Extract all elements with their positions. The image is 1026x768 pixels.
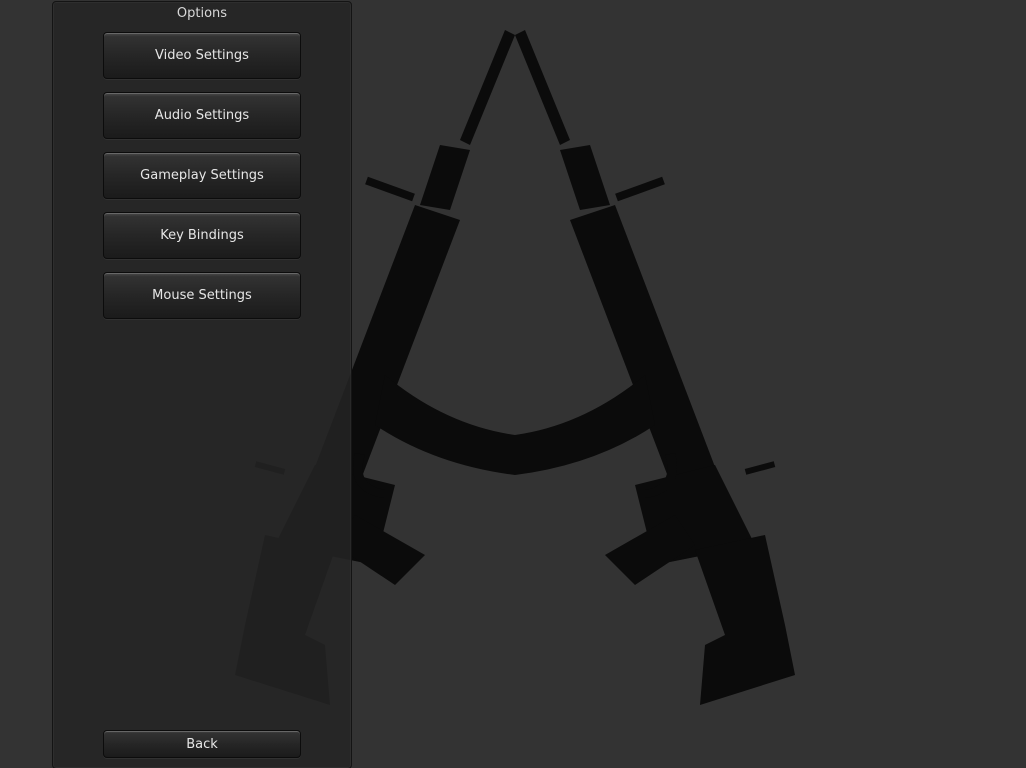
options-screen: Options Video Settings Audio Settings Ga…: [0, 0, 1026, 768]
back-button[interactable]: Back: [103, 730, 301, 758]
audio-settings-button[interactable]: Audio Settings: [103, 92, 301, 139]
options-panel: Options Video Settings Audio Settings Ga…: [52, 1, 352, 768]
panel-title: Options: [176, 6, 228, 21]
key-bindings-button[interactable]: Key Bindings: [103, 212, 301, 259]
mouse-settings-button[interactable]: Mouse Settings: [103, 272, 301, 319]
gameplay-settings-button[interactable]: Gameplay Settings: [103, 152, 301, 199]
video-settings-button[interactable]: Video Settings: [103, 32, 301, 79]
